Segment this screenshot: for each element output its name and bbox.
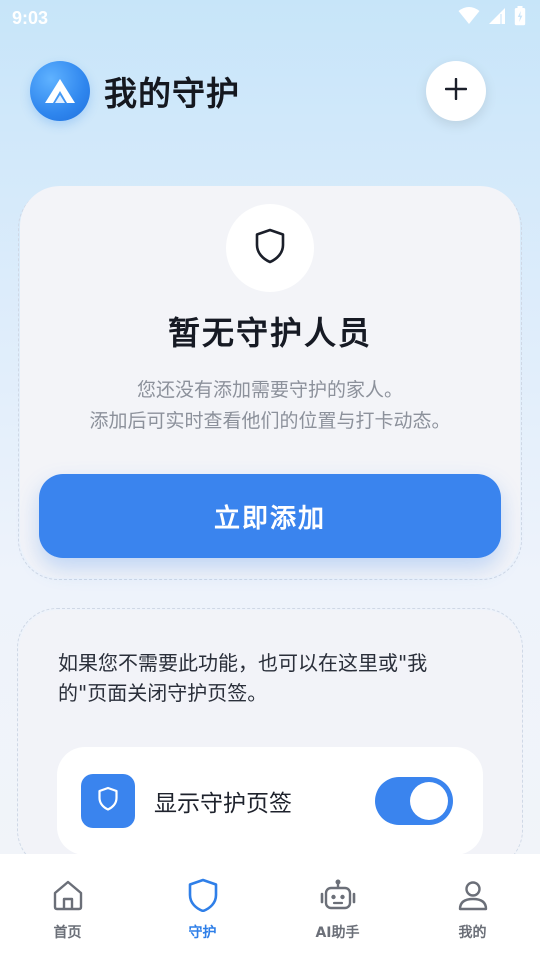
- toggle-knob: [410, 782, 448, 820]
- empty-state-description: 您还没有添加需要守护的家人。 添加后可实时查看他们的位置与打卡动态。: [0, 375, 540, 437]
- settings-hint-line2: 的"页面关闭守护页签。: [58, 681, 268, 705]
- nav-label-mine: 我的: [458, 925, 487, 941]
- header-left: 我的守护: [30, 61, 240, 121]
- settings-hint-line1: 如果您不需要此功能，也可以在这里或"我: [58, 651, 428, 675]
- plus-icon: [444, 77, 468, 104]
- add-now-button[interactable]: 立即添加: [39, 474, 501, 558]
- home-icon: [51, 878, 85, 916]
- shield-icon: [186, 878, 220, 916]
- bottom-nav: 首页 守护 AI助手 我的: [0, 854, 540, 960]
- shield-icon: [254, 228, 286, 268]
- toggle-row-icon: [81, 774, 135, 828]
- page-title: 我的守护: [104, 74, 240, 113]
- nav-label-guard: 守护: [188, 925, 217, 941]
- battery-icon: [514, 6, 526, 30]
- wifi-icon: [458, 7, 480, 29]
- empty-state-title: 暂无守护人员: [167, 314, 372, 352]
- nav-label-ai-assistant: AI助手: [315, 925, 360, 941]
- status-bar: 9:03: [0, 0, 540, 36]
- app-logo-icon: [30, 61, 90, 121]
- status-time: 9:03: [12, 7, 49, 28]
- settings-hint-text: 如果您不需要此功能，也可以在这里或"我 的"页面关闭守护页签。: [58, 648, 468, 708]
- nav-item-ai-assistant[interactable]: AI助手: [270, 854, 405, 960]
- shield-icon: [97, 786, 119, 816]
- nav-label-home: 首页: [53, 925, 82, 941]
- empty-state-desc-line1: 您还没有添加需要守护的家人。: [136, 379, 403, 401]
- nav-item-guard[interactable]: 守护: [135, 854, 270, 960]
- show-guard-tab-toggle[interactable]: [375, 777, 453, 825]
- nav-item-mine[interactable]: 我的: [405, 854, 540, 960]
- add-button[interactable]: [426, 61, 486, 121]
- page-header: 我的守护: [30, 60, 486, 122]
- robot-icon: [320, 878, 356, 916]
- empty-state-icon-circle: [226, 204, 314, 292]
- empty-state-desc-line2: 添加后可实时查看他们的位置与打卡动态。: [89, 410, 451, 432]
- person-icon: [456, 878, 490, 916]
- signal-icon: [488, 7, 506, 29]
- status-icons: [458, 6, 526, 30]
- show-guard-tab-label: 显示守护页签: [154, 791, 292, 817]
- nav-item-home[interactable]: 首页: [0, 854, 135, 960]
